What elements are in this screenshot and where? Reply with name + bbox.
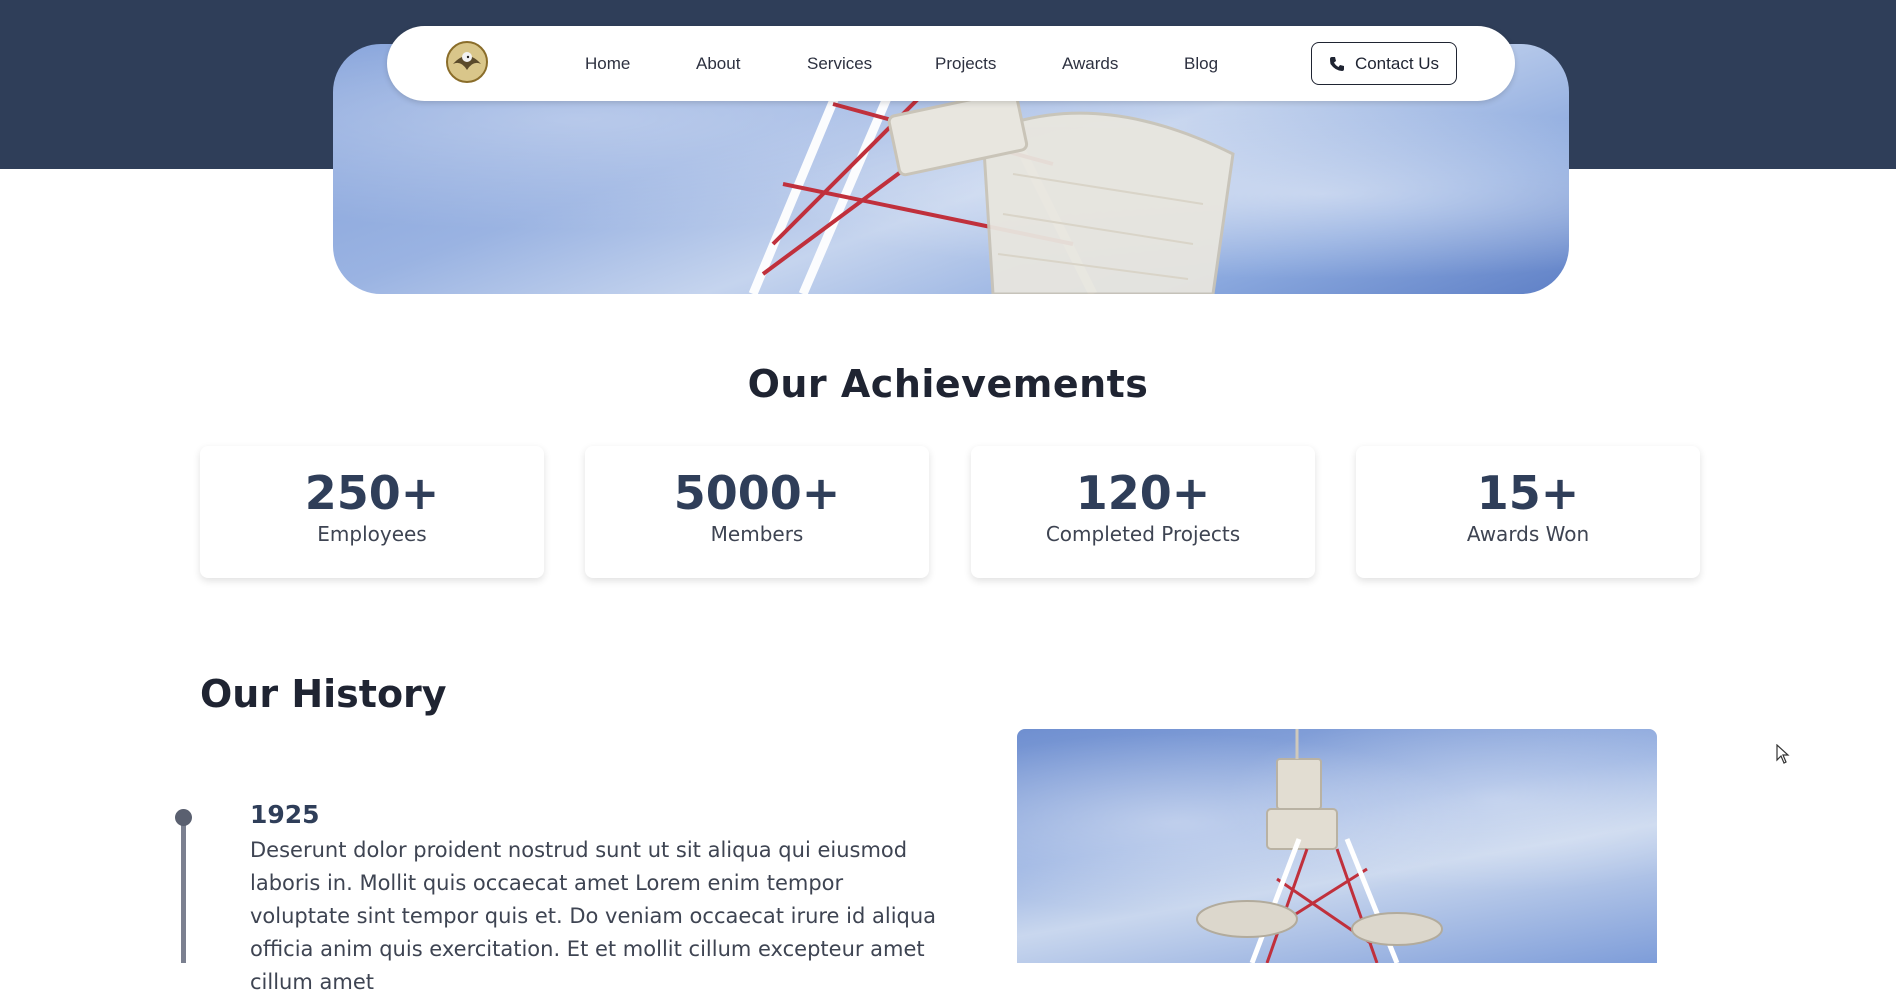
achievement-value: 15+ (1476, 466, 1580, 520)
timeline-dot (175, 809, 192, 826)
contact-us-button[interactable]: Contact Us (1311, 42, 1457, 85)
nav-home[interactable]: Home (585, 26, 630, 101)
phone-icon (1329, 56, 1344, 71)
timeline-line (181, 818, 186, 963)
achievement-label: Employees (317, 522, 427, 546)
mouse-cursor-icon (1776, 744, 1790, 764)
nav-about[interactable]: About (696, 26, 740, 101)
history-image (1017, 729, 1657, 963)
nav-projects[interactable]: Projects (935, 26, 996, 101)
achievement-label: Members (710, 522, 804, 546)
tower-photo (1196, 729, 1443, 963)
history-title: Our History (200, 672, 447, 716)
achievement-card: 15+ Awards Won (1356, 446, 1700, 578)
achievement-label: Completed Projects (1045, 522, 1241, 546)
nav-awards[interactable]: Awards (1062, 26, 1118, 101)
navbar: Home About Services Projects Awards Blog… (387, 26, 1515, 101)
nav-services[interactable]: Services (807, 26, 872, 101)
contact-us-label: Contact Us (1354, 53, 1440, 73)
achievement-card: 250+ Employees (200, 446, 544, 578)
nav-blog[interactable]: Blog (1184, 26, 1218, 101)
achievement-label: Awards Won (1466, 522, 1590, 546)
history-year: 1925 (250, 800, 320, 829)
achievement-card: 120+ Completed Projects (971, 446, 1315, 578)
achievement-card: 5000+ Members (585, 446, 929, 578)
achievement-value: 120+ (1075, 466, 1211, 520)
achievement-value: 5000+ (673, 466, 841, 520)
eagle-emblem-logo[interactable] (445, 40, 489, 84)
history-description: Deserunt dolor proident nostrud sunt ut … (250, 838, 937, 994)
achievements-title: Our Achievements (747, 362, 1149, 406)
achievement-value: 250+ (304, 466, 440, 520)
